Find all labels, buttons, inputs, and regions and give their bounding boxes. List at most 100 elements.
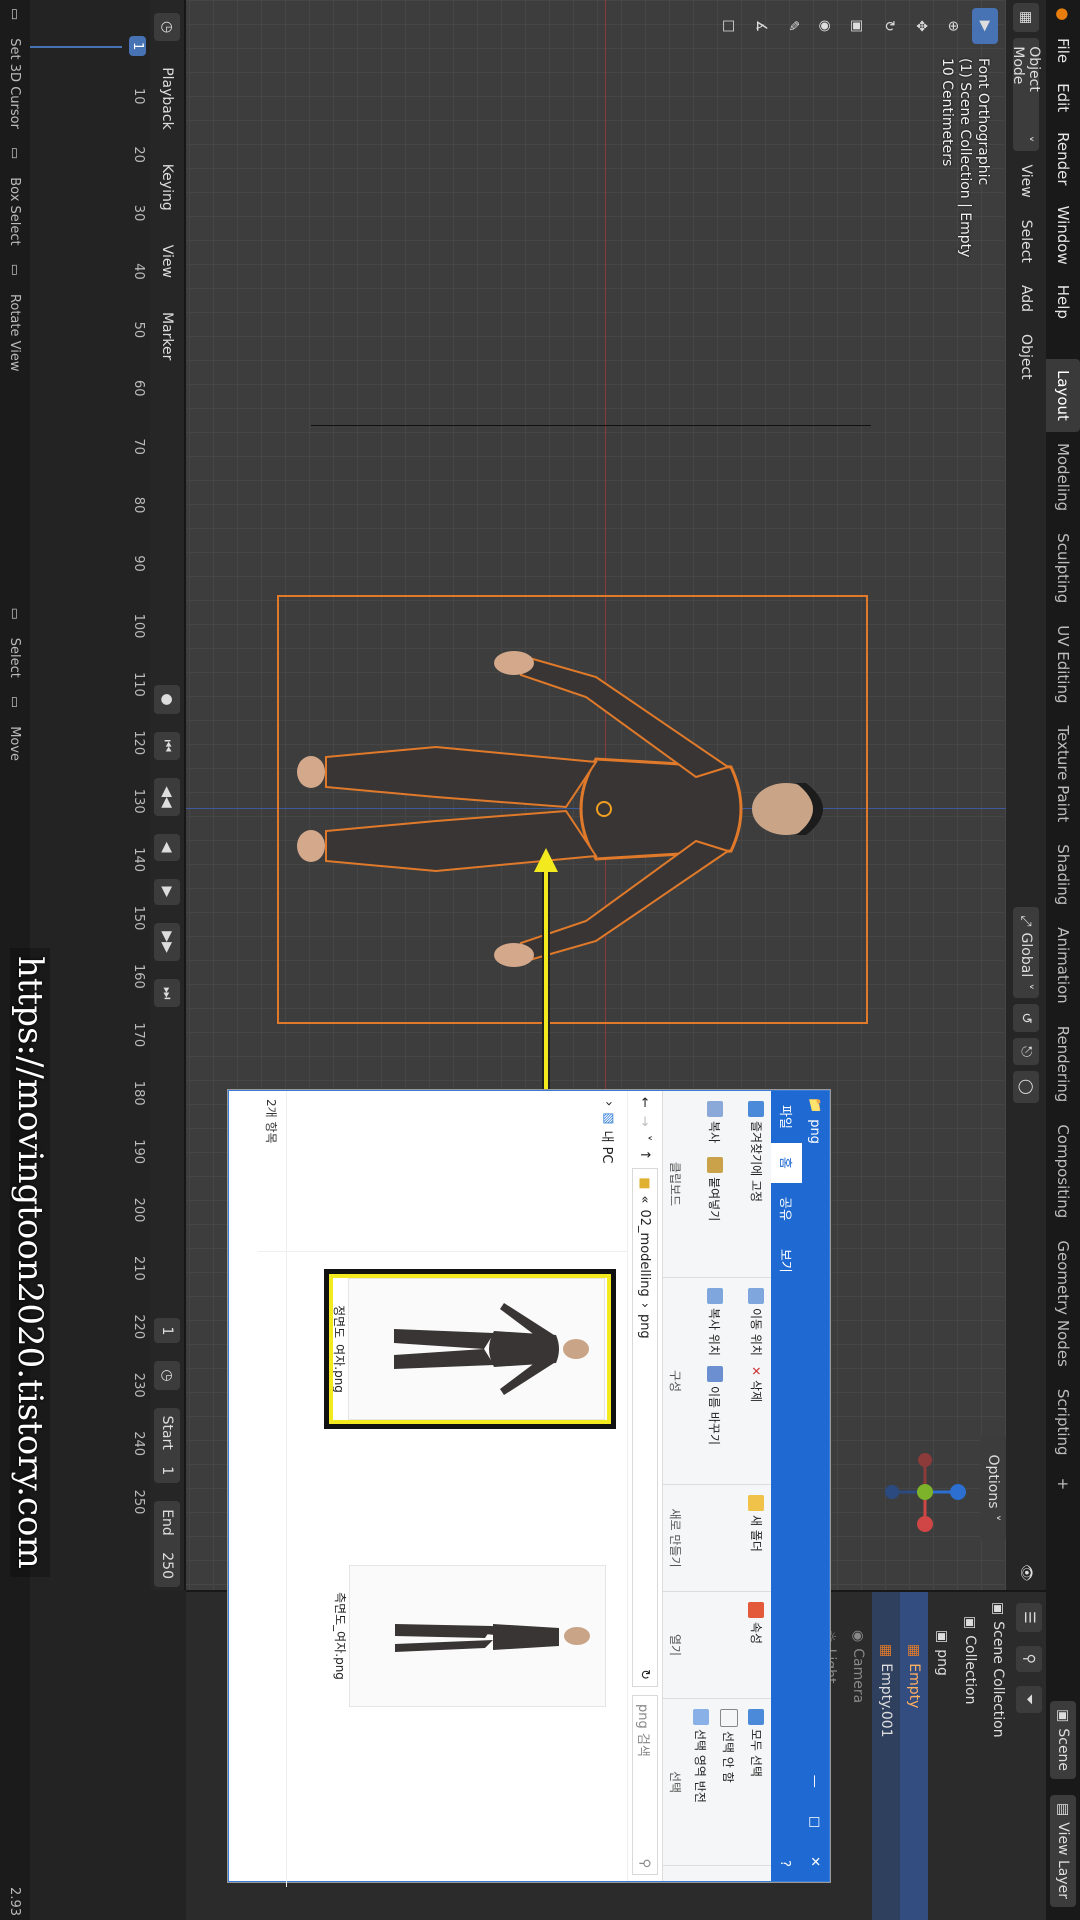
prev-key-icon[interactable]: ◀◀ bbox=[154, 778, 180, 816]
transform-tool-icon[interactable]: ◉ bbox=[812, 8, 838, 44]
menu-marker[interactable]: Marker bbox=[154, 304, 180, 368]
proportional-edit-icon[interactable]: ◯ bbox=[1013, 1071, 1039, 1103]
rename-button[interactable]: 이름 바꾸기 bbox=[705, 1364, 726, 1447]
forward-icon[interactable]: → bbox=[638, 1116, 653, 1127]
menu-window[interactable]: Window bbox=[1054, 196, 1072, 275]
search-input[interactable]: png 검색 ⚲ bbox=[632, 1695, 658, 1875]
refresh-icon[interactable]: ↻ bbox=[638, 1669, 653, 1686]
outliner-row-empty-001[interactable]: ▦ Empty.001 bbox=[872, 1592, 900, 1920]
copy-to-button[interactable]: 복사 위치 bbox=[705, 1286, 726, 1358]
help-icon[interactable]: ? bbox=[771, 1846, 798, 1881]
move-tool-icon[interactable]: ✥ bbox=[908, 8, 934, 44]
jump-start-icon[interactable]: ⏮ bbox=[154, 731, 180, 761]
menu-keying[interactable]: Keying bbox=[154, 156, 180, 219]
visibility-icon[interactable]: 👁 bbox=[1013, 1556, 1039, 1590]
maximize-button[interactable]: □ bbox=[808, 1802, 823, 1842]
select-none-button[interactable]: 선택 안 함 bbox=[718, 1707, 740, 1857]
tab-file[interactable]: 파일 bbox=[771, 1091, 802, 1143]
tab-geometry-nodes[interactable]: Geometry Nodes bbox=[1046, 1229, 1080, 1378]
scene-selector[interactable]: ▣ Scene bbox=[1050, 1701, 1076, 1780]
mode-dropdown[interactable]: Object Mode ˅ bbox=[1010, 38, 1042, 151]
blender-logo-icon[interactable]: ● bbox=[1046, 0, 1080, 28]
recent-icon[interactable]: ˅ bbox=[638, 1135, 653, 1142]
tab-modeling[interactable]: Modeling bbox=[1046, 432, 1080, 522]
outliner-search-icon[interactable]: ⚲ bbox=[1016, 1645, 1042, 1672]
select-box-tool-icon[interactable]: ▶ bbox=[972, 8, 998, 44]
jump-end-icon[interactable]: ⏭ bbox=[154, 978, 180, 1008]
file-item-side[interactable]: 측면도_여자.png bbox=[333, 1561, 606, 1711]
cursor-tool-icon[interactable]: ⊕ bbox=[940, 8, 966, 44]
editor-type-button[interactable]: ▦ bbox=[1013, 3, 1039, 33]
move-to-button[interactable]: 이동 위치 bbox=[746, 1286, 767, 1358]
tab-texture-paint[interactable]: Texture Paint bbox=[1046, 714, 1080, 833]
menu-edit[interactable]: Edit bbox=[1054, 73, 1072, 122]
up-icon[interactable]: ↑ bbox=[638, 1149, 653, 1160]
play-icon[interactable]: ▶ bbox=[154, 878, 180, 906]
current-frame-field[interactable]: 1 bbox=[154, 1318, 180, 1344]
new-folder-button[interactable]: 새 폴더 bbox=[746, 1493, 767, 1583]
minimize-button[interactable]: — bbox=[808, 1761, 823, 1802]
pin-button[interactable]: 즐겨찾기에 고정 bbox=[746, 1099, 767, 1204]
tab-share[interactable]: 공유 bbox=[771, 1183, 802, 1235]
outliner-row-camera[interactable]: ◉ Camera bbox=[844, 1592, 872, 1920]
navigation-gizmo[interactable] bbox=[870, 1432, 980, 1552]
rotate-tool-icon[interactable]: ↻ bbox=[876, 8, 902, 44]
timeline-editor-icon[interactable]: ◷ bbox=[154, 13, 180, 42]
menu-timeline-view[interactable]: View bbox=[154, 237, 180, 286]
tab-animation[interactable]: Animation bbox=[1046, 916, 1080, 1014]
outliner-row-png[interactable]: ▣ png bbox=[928, 1592, 956, 1920]
delete-button[interactable]: ✕ 삭제 bbox=[746, 1364, 767, 1404]
menu-add[interactable]: Add bbox=[1013, 277, 1039, 320]
next-key-icon[interactable]: ▶▶ bbox=[154, 923, 180, 961]
outliner-row-scene-collection[interactable]: ▣ Scene Collection bbox=[984, 1592, 1012, 1920]
options-dropdown[interactable]: Options ˅ bbox=[980, 1435, 1006, 1541]
add-workspace-icon[interactable]: + bbox=[1046, 1467, 1080, 1502]
outliner-row-empty[interactable]: ▦ Empty bbox=[900, 1592, 928, 1920]
close-button[interactable]: ✕ bbox=[808, 1842, 823, 1881]
start-frame-field[interactable]: Start 1 bbox=[154, 1407, 180, 1484]
menu-render[interactable]: Render bbox=[1054, 122, 1072, 195]
nav-item-this-pc[interactable]: › ▧ 내 PC bbox=[589, 1091, 628, 1251]
invert-selection-button[interactable]: 선택 영역 반전 bbox=[690, 1707, 711, 1857]
tab-shading[interactable]: Shading bbox=[1046, 833, 1080, 916]
file-item-front[interactable]: 정면도_여자.png bbox=[324, 1269, 616, 1429]
filter-icon[interactable]: ⏷ bbox=[1016, 1685, 1042, 1714]
record-icon[interactable]: ● bbox=[154, 685, 180, 714]
properties-button[interactable]: 속성 bbox=[746, 1600, 767, 1690]
outliner-row-collection[interactable]: ▣ Collection bbox=[956, 1592, 984, 1920]
view-layer-selector[interactable]: ▤ View Layer bbox=[1050, 1795, 1076, 1907]
expand-icon[interactable]: › bbox=[601, 1101, 616, 1106]
add-cube-tool-icon[interactable]: □ bbox=[716, 8, 742, 44]
copy-button[interactable]: 복사 bbox=[705, 1099, 726, 1145]
tab-layout[interactable]: Layout bbox=[1046, 358, 1080, 432]
outliner-editor-icon[interactable]: ☰ bbox=[1016, 1603, 1042, 1632]
preview-range-icon[interactable]: ◷ bbox=[154, 1361, 180, 1390]
measure-tool-icon[interactable]: ∡ bbox=[748, 8, 774, 44]
snap-icon[interactable]: ⎋ bbox=[1013, 1037, 1039, 1066]
play-reverse-icon[interactable]: ◀ bbox=[154, 833, 180, 861]
menu-select[interactable]: Select bbox=[1013, 212, 1039, 271]
address-bar[interactable]: ■ « 02_modelling › png ↻ bbox=[632, 1168, 658, 1687]
paste-button[interactable]: 붙여넣기 bbox=[705, 1155, 726, 1223]
menu-help[interactable]: Help bbox=[1054, 275, 1072, 329]
menu-playback[interactable]: Playback bbox=[154, 59, 180, 137]
playhead[interactable]: 1 bbox=[129, 36, 146, 57]
breadcrumb-02-modelling[interactable]: 02_modelling bbox=[638, 1209, 653, 1296]
menu-file[interactable]: File bbox=[1054, 28, 1072, 73]
reference-image-empty[interactable] bbox=[277, 595, 868, 1024]
scale-tool-icon[interactable]: ▣ bbox=[844, 8, 870, 44]
pivot-icon[interactable]: ↺ bbox=[1013, 1004, 1039, 1032]
menu-object[interactable]: Object bbox=[1013, 326, 1039, 388]
tab-compositing[interactable]: Compositing bbox=[1046, 1113, 1080, 1229]
tab-sculpting[interactable]: Sculpting bbox=[1046, 522, 1080, 614]
timeline-ruler[interactable]: 1 10 20 30 40 50 60 70 80 90 100 110 120 130 140 150 16… bbox=[122, 0, 150, 1590]
tab-rendering[interactable]: Rendering bbox=[1046, 1015, 1080, 1114]
select-all-button[interactable]: 모두 선택 bbox=[746, 1707, 767, 1857]
tab-home[interactable]: 홈 bbox=[771, 1142, 802, 1183]
back-icon[interactable]: ← bbox=[638, 1097, 653, 1108]
tab-view[interactable]: 보기 bbox=[771, 1235, 802, 1287]
end-frame-field[interactable]: End 250 bbox=[154, 1501, 180, 1587]
tab-scripting[interactable]: Scripting bbox=[1046, 1378, 1080, 1467]
menu-view[interactable]: View bbox=[1013, 157, 1039, 206]
annotate-tool-icon[interactable]: ✎ bbox=[780, 8, 806, 44]
